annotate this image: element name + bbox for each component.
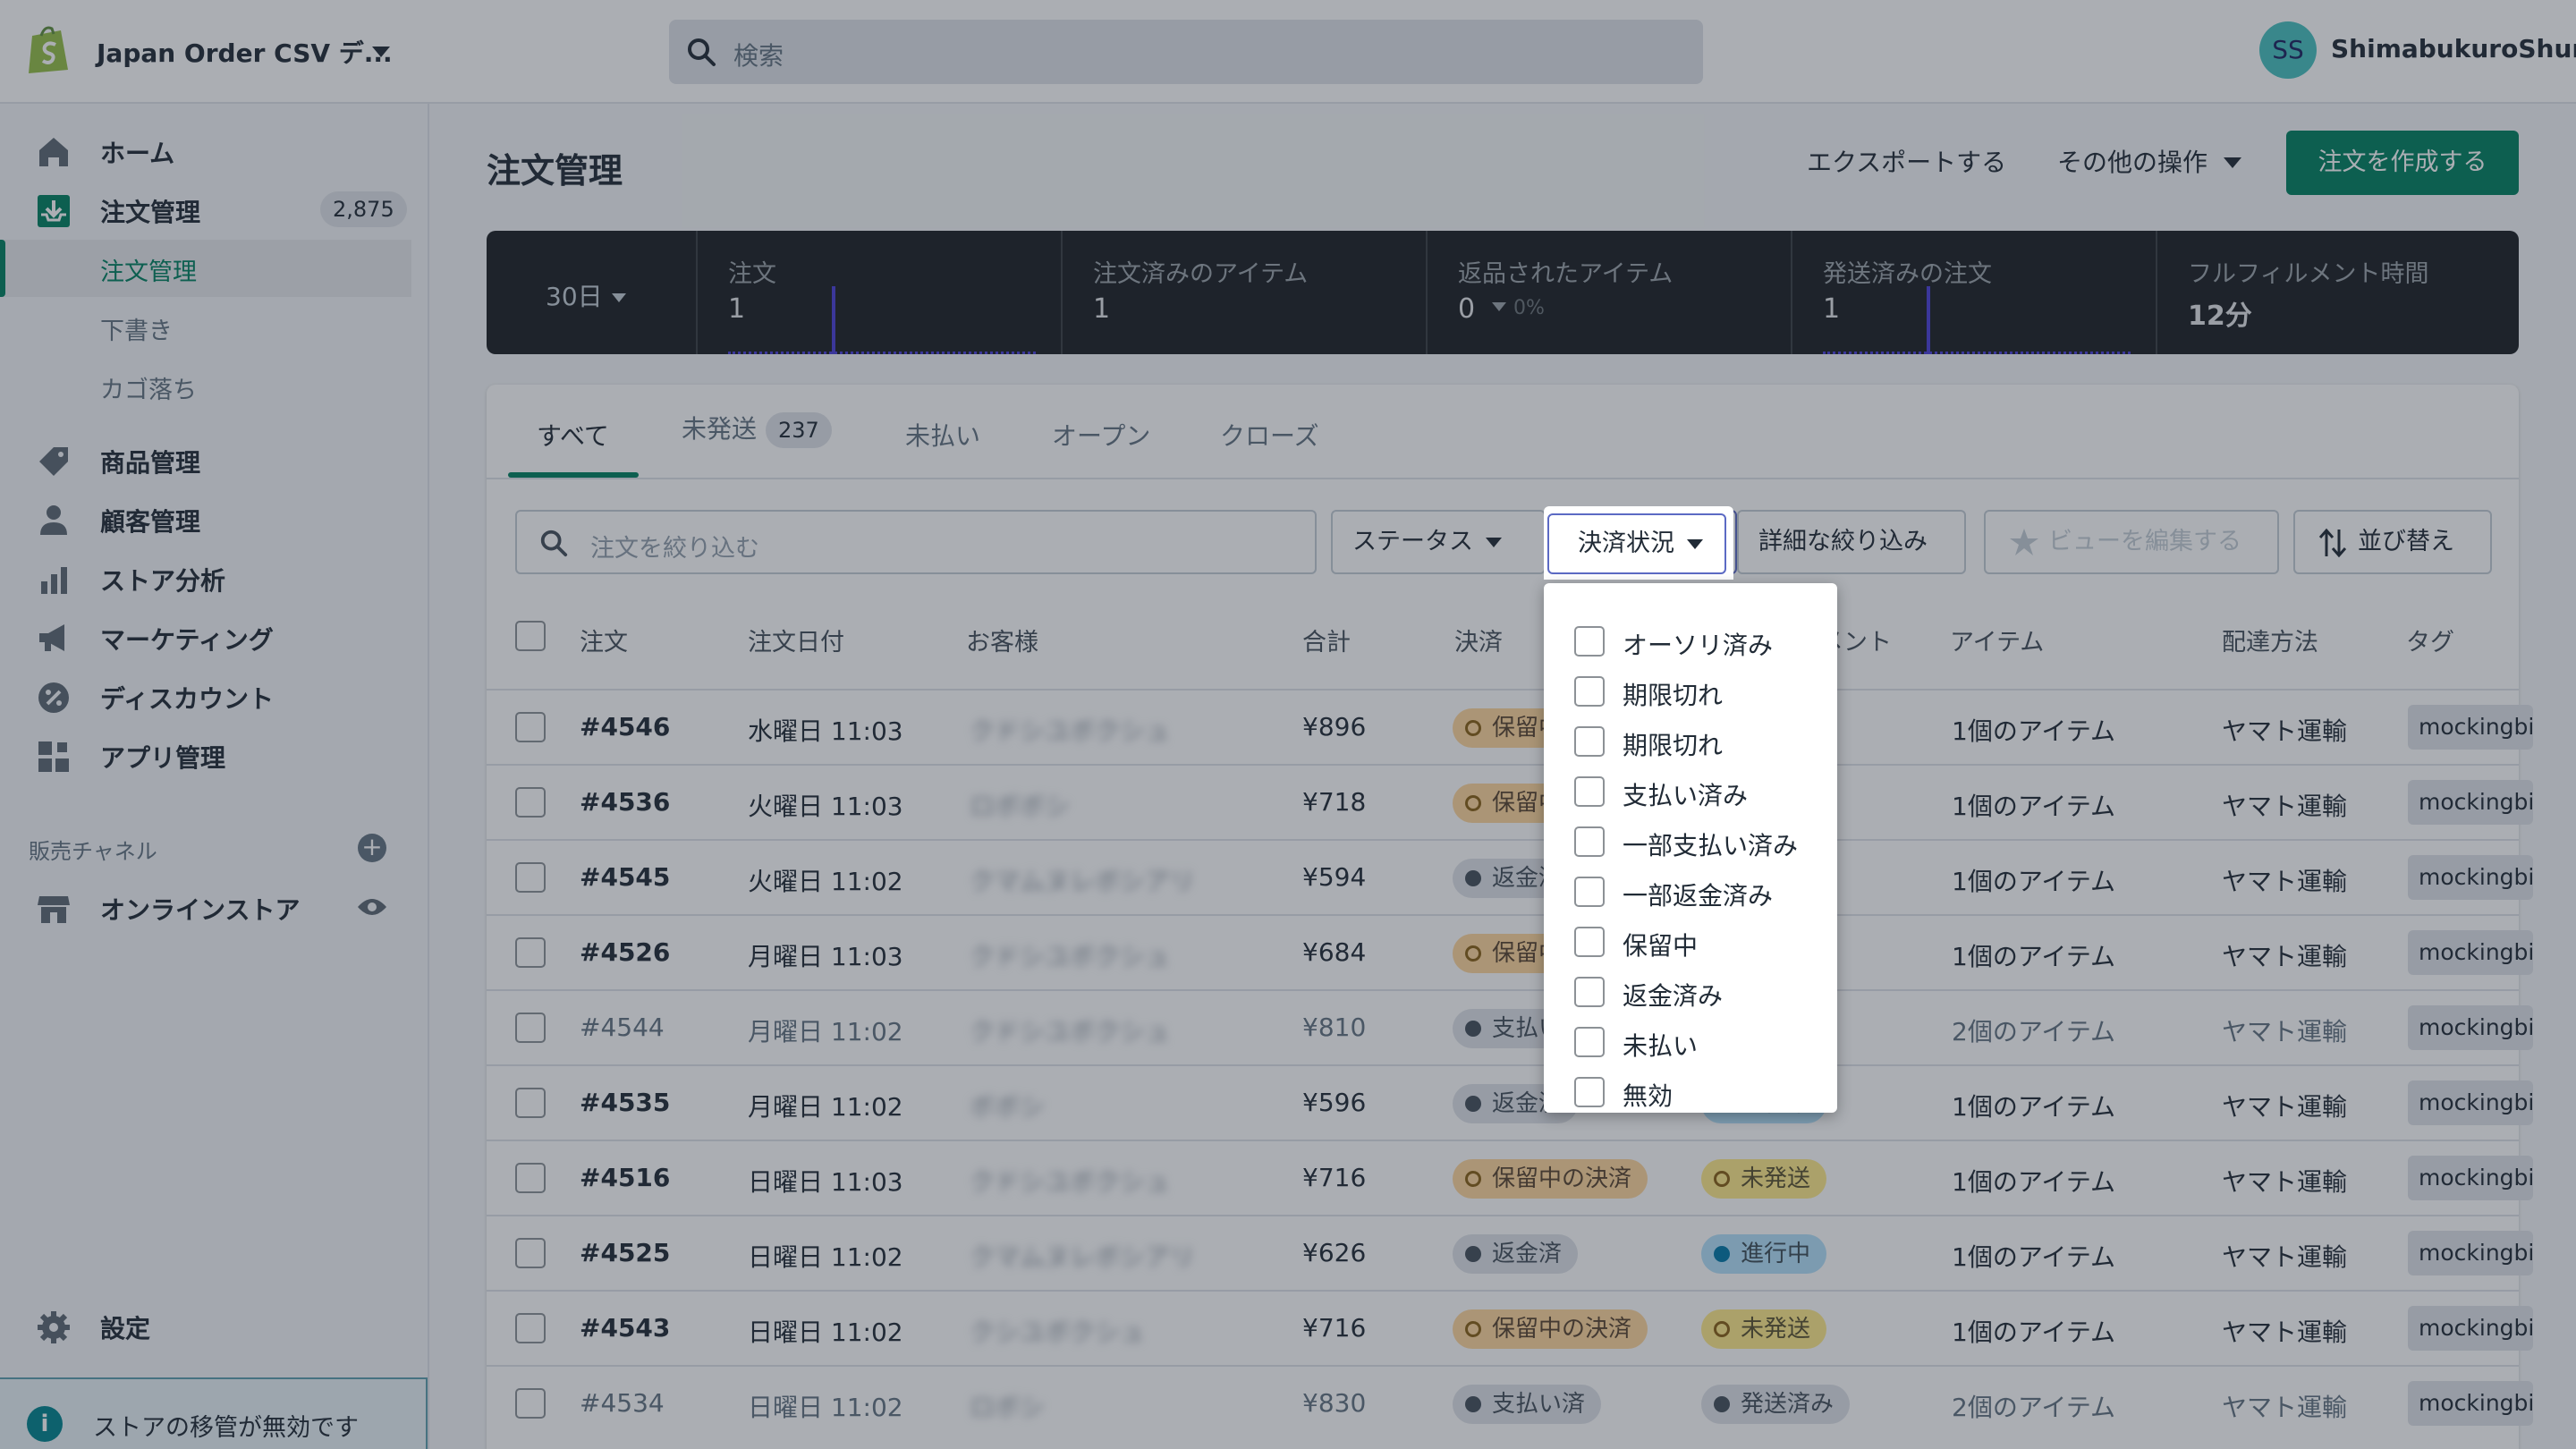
payment-option[interactable]: 無効 [1574,1068,1834,1118]
option-checkbox[interactable] [1574,977,1605,1007]
button-label: 決済状況 [1578,530,1674,557]
option-checkbox[interactable] [1574,1027,1605,1057]
payment-option[interactable]: 期限切れ [1574,717,1834,767]
option-checkbox[interactable] [1574,676,1605,707]
option-label: 無効 [1623,1081,1674,1111]
option-label: 未払い [1623,1031,1699,1061]
option-label: 期限切れ [1623,731,1724,760]
modal-overlay[interactable] [0,0,2576,1449]
payment-option[interactable]: 保留中 [1574,918,1834,968]
option-checkbox[interactable] [1574,826,1605,857]
option-label: 期限切れ [1623,681,1724,710]
option-label: 一部返金済み [1623,881,1774,911]
payment-status-filter-button-active[interactable]: 決済状況 [1544,506,1733,580]
option-checkbox[interactable] [1574,776,1605,807]
payment-option[interactable]: オーソリ済み [1574,617,1834,667]
app-root: Japan Order CSV デ... 検索 SS ShimabukuroSh… [0,0,2576,1449]
option-label: 支払い済み [1623,781,1749,810]
option-checkbox[interactable] [1574,927,1605,957]
option-label: オーソリ済み [1623,631,1774,660]
payment-status-dropdown: オーソリ済み 期限切れ 期限切れ 支払い済み 一部支払い済み 一部返金済み 保留中 返金済み未… [1544,583,1837,1113]
option-label: 一部支払い済み [1623,831,1799,860]
payment-option[interactable]: 一部返金済み [1574,868,1834,918]
payment-option[interactable]: 未払い [1574,1018,1834,1068]
chevron-down-icon [1687,539,1703,549]
option-checkbox[interactable] [1574,1077,1605,1107]
option-label: 返金済み [1623,981,1724,1011]
option-checkbox[interactable] [1574,626,1605,657]
option-checkbox[interactable] [1574,877,1605,907]
option-label: 保留中 [1623,931,1699,961]
payment-option[interactable]: 支払い済み [1574,767,1834,818]
payment-status-button-inner[interactable]: 決済状況 [1547,513,1726,574]
option-checkbox[interactable] [1574,726,1605,757]
payment-option[interactable]: 期限切れ [1574,667,1834,717]
payment-option[interactable]: 一部支払い済み [1574,818,1834,868]
payment-option[interactable]: 返金済み [1574,968,1834,1018]
